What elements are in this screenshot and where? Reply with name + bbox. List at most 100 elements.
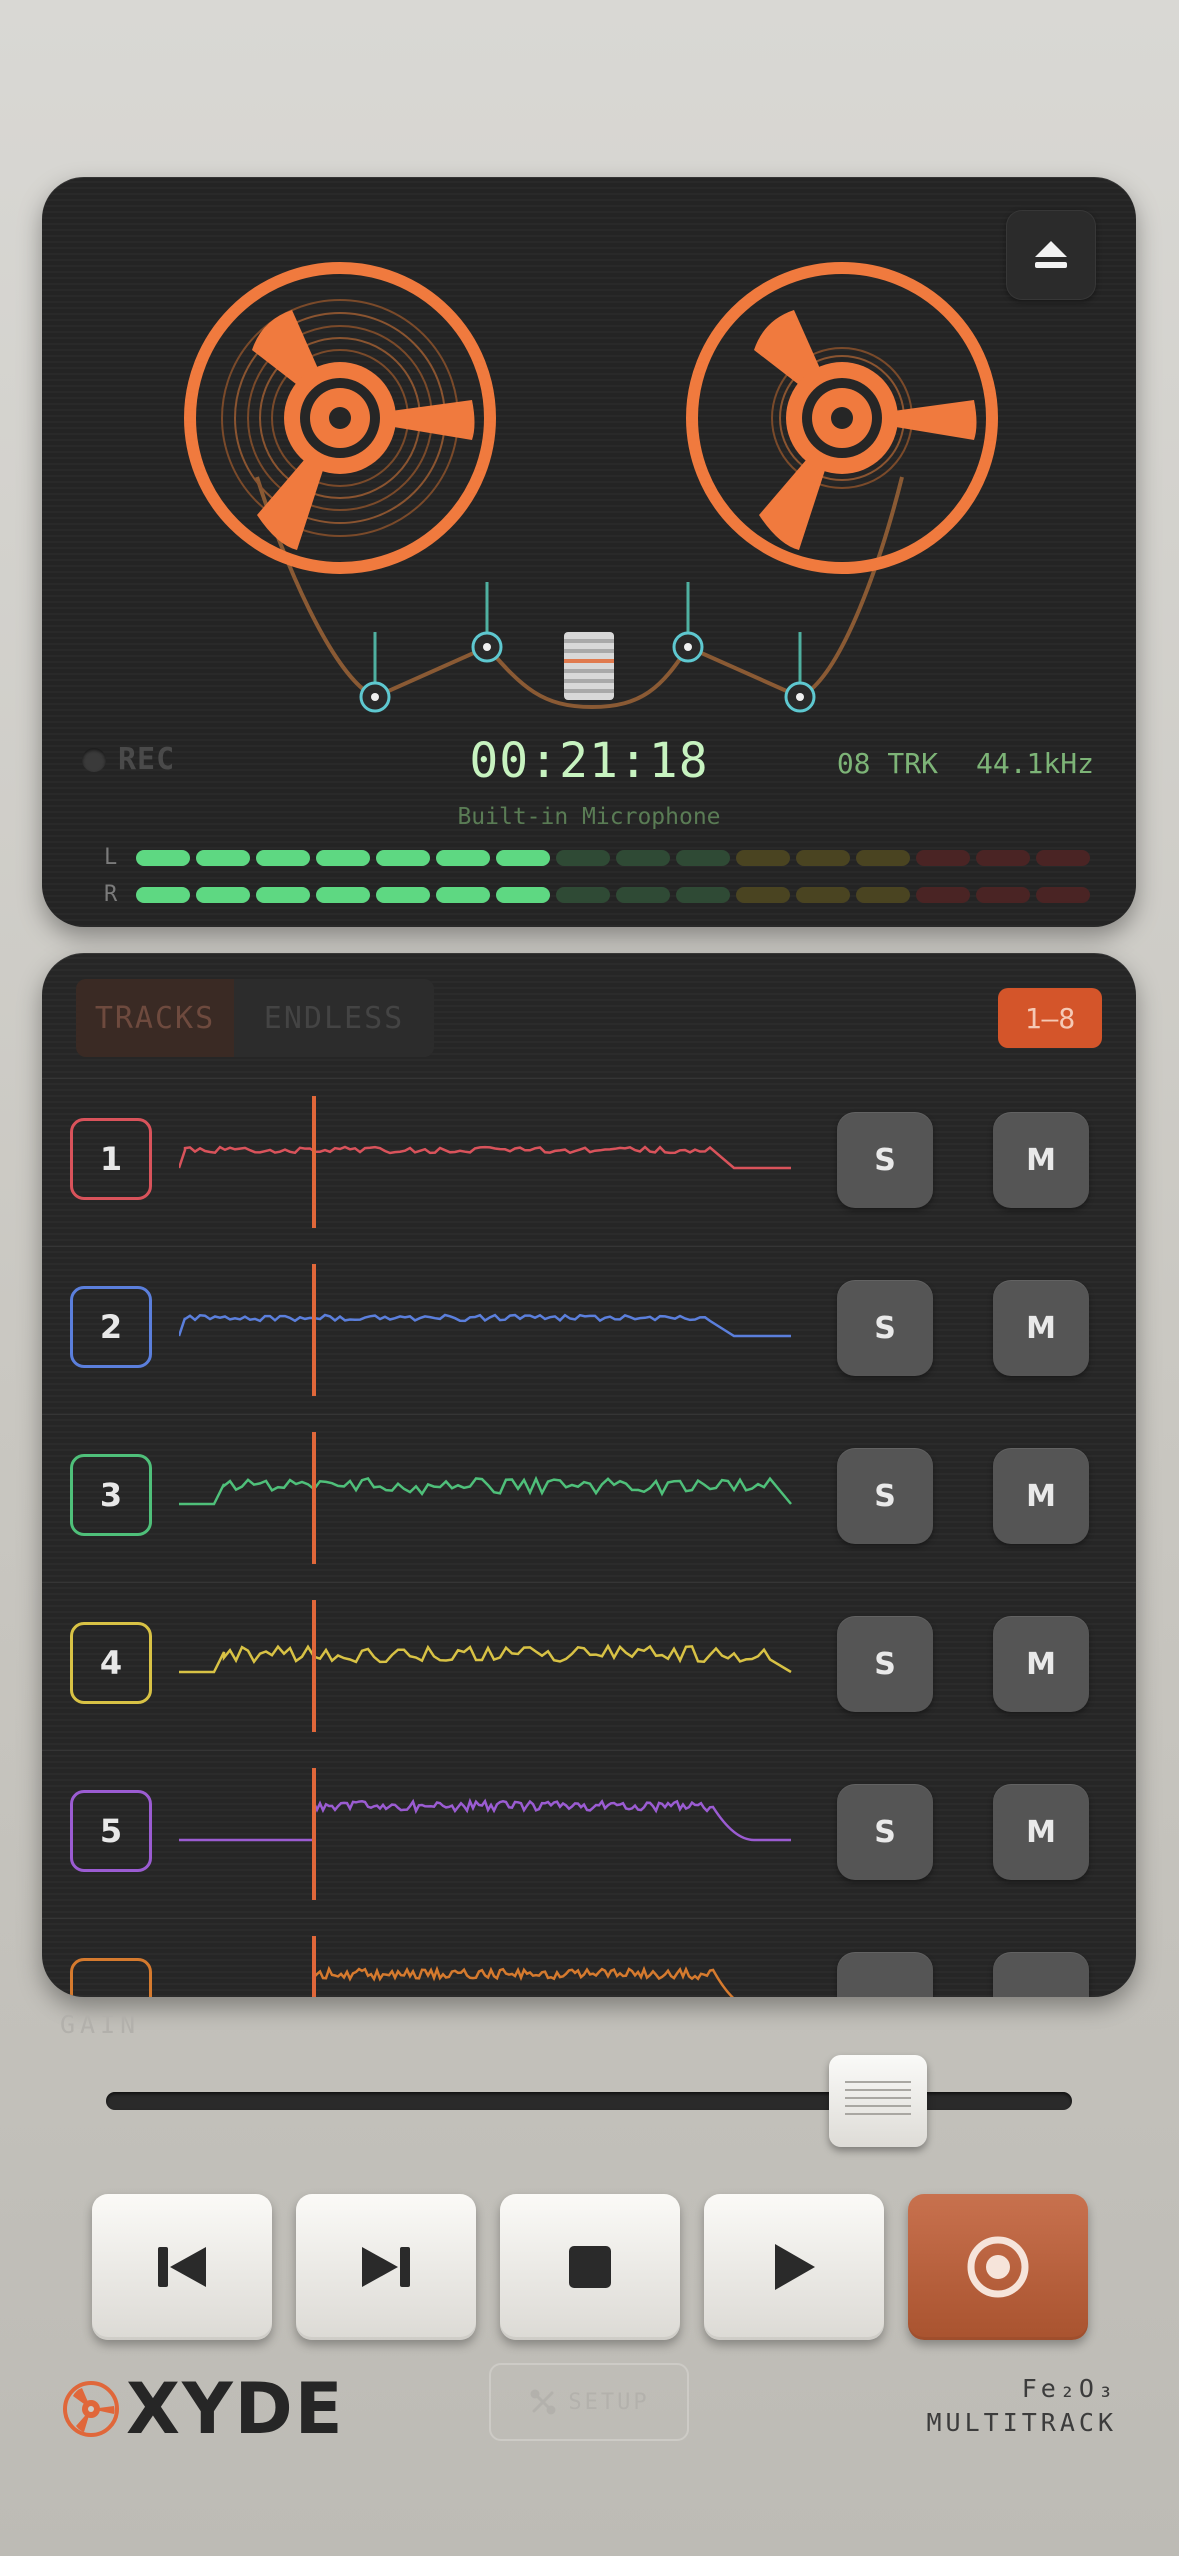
meter-segment [376, 886, 430, 903]
meter-segment [556, 886, 610, 903]
meter-segment [856, 849, 910, 866]
input-source: Built-in Microphone [457, 804, 721, 830]
track-row: 4 SM [42, 1582, 1136, 1750]
meter-segment [856, 886, 910, 903]
meter-segment [796, 849, 850, 866]
view-tabs: TRACKS ENDLESS [76, 979, 434, 1057]
next-button[interactable] [296, 2194, 476, 2340]
solo-button[interactable]: S [837, 1784, 933, 1880]
track-waveform [312, 1936, 735, 1997]
track-number-button[interactable]: 3 [70, 1454, 152, 1536]
meter-left: L [104, 845, 1104, 870]
setup-button[interactable]: SETUP [489, 2363, 689, 2441]
mute-button[interactable]: M [993, 1784, 1089, 1880]
meter-segment [316, 886, 370, 903]
meter-segment [1036, 849, 1090, 866]
record-button[interactable] [908, 2194, 1088, 2340]
mute-button[interactable] [993, 1952, 1089, 1997]
play-button[interactable] [704, 2194, 884, 2340]
meter-segment [616, 886, 670, 903]
brand-name: XYDE [126, 2368, 345, 2450]
track-number-button[interactable]: 5 [70, 1790, 152, 1872]
stop-icon [569, 2246, 611, 2288]
meter-segment [796, 886, 850, 903]
track-row: 1 SM [42, 1078, 1136, 1246]
meter-segment [436, 849, 490, 866]
track-number-button[interactable]: 2 [70, 1286, 152, 1368]
solo-button[interactable]: S [837, 1616, 933, 1712]
tab-endless[interactable]: ENDLESS [234, 979, 434, 1057]
track-number-button[interactable]: 1 [70, 1118, 152, 1200]
meter-segment [736, 849, 790, 866]
gain-slider-thumb[interactable] [829, 2055, 927, 2147]
track-number-button[interactable]: 4 [70, 1622, 152, 1704]
meter-right-label: R [104, 882, 118, 907]
meter-segment [676, 886, 730, 903]
play-icon [775, 2244, 815, 2290]
meter-segment [556, 849, 610, 866]
tape-head [564, 632, 614, 700]
model-line-1: Fe₂O₃ [1021, 2374, 1117, 2403]
tape-deck: REC 00:21:18 08 TRK 44.1kHz Built-in Mic… [42, 177, 1136, 927]
gain-label: GAIN [60, 2010, 141, 2039]
track-row: 2 SM [42, 1246, 1136, 1414]
track-row [42, 1918, 1136, 1997]
brand-logo: XYDE [62, 2368, 345, 2450]
meter-segment [976, 886, 1030, 903]
mute-button[interactable]: M [993, 1112, 1089, 1208]
meter-right: R [104, 882, 1104, 907]
meter-left-segments [136, 849, 1090, 866]
meter-segment [376, 849, 430, 866]
meter-segment [616, 849, 670, 866]
track-row: 5 SM [42, 1750, 1136, 1918]
meter-right-segments [136, 886, 1090, 903]
meter-segment [256, 849, 310, 866]
meter-segment [976, 849, 1030, 866]
meter-segment [196, 886, 250, 903]
meter-segment [736, 886, 790, 903]
meter-segment [256, 886, 310, 903]
meter-segment [916, 849, 970, 866]
model-name: Fe₂O₃ MULTITRACK [926, 2372, 1117, 2440]
mute-button[interactable]: M [993, 1616, 1089, 1712]
meter-segment [436, 886, 490, 903]
meter-left-label: L [104, 845, 118, 870]
track-waveform [179, 1768, 791, 1900]
skip-forward-icon [362, 2247, 410, 2287]
solo-button[interactable]: S [837, 1280, 933, 1376]
sample-rate: 44.1kHz [975, 747, 1094, 780]
mute-button[interactable]: M [993, 1280, 1089, 1376]
solo-button[interactable] [837, 1952, 933, 1997]
meter-segment [196, 849, 250, 866]
track-waveform [179, 1096, 791, 1228]
solo-button[interactable]: S [837, 1112, 933, 1208]
setup-label: SETUP [568, 2389, 650, 2415]
stop-button[interactable] [500, 2194, 680, 2340]
track-waveform [179, 1264, 791, 1396]
meter-segment [1036, 886, 1090, 903]
tape-guides [359, 582, 816, 713]
track-number-button[interactable] [70, 1958, 152, 1997]
meter-segment [316, 849, 370, 866]
track-row: 3 SM [42, 1414, 1136, 1582]
track-waveform [179, 1600, 792, 1732]
model-line-2: MULTITRACK [926, 2408, 1117, 2437]
tracks-panel: TRACKS ENDLESS 1–8 1SM2SM3SM4SM5SM [42, 953, 1136, 1997]
meter-segment [496, 886, 550, 903]
track-count: 08 TRK [836, 747, 938, 780]
meter-segment [916, 886, 970, 903]
tools-icon [530, 2389, 556, 2415]
track-range-badge[interactable]: 1–8 [998, 988, 1102, 1048]
meter-segment [496, 849, 550, 866]
deck-info: 08 TRK 44.1kHz [837, 747, 1094, 780]
solo-button[interactable]: S [837, 1448, 933, 1544]
meter-segment [136, 886, 190, 903]
previous-button[interactable] [92, 2194, 272, 2340]
gain-slider-track[interactable] [106, 2092, 1072, 2110]
record-icon [967, 2236, 1029, 2298]
track-waveform [179, 1432, 792, 1564]
tab-tracks[interactable]: TRACKS [76, 979, 234, 1057]
meter-segment [676, 849, 730, 866]
mute-button[interactable]: M [993, 1448, 1089, 1544]
meter-segment [136, 849, 190, 866]
